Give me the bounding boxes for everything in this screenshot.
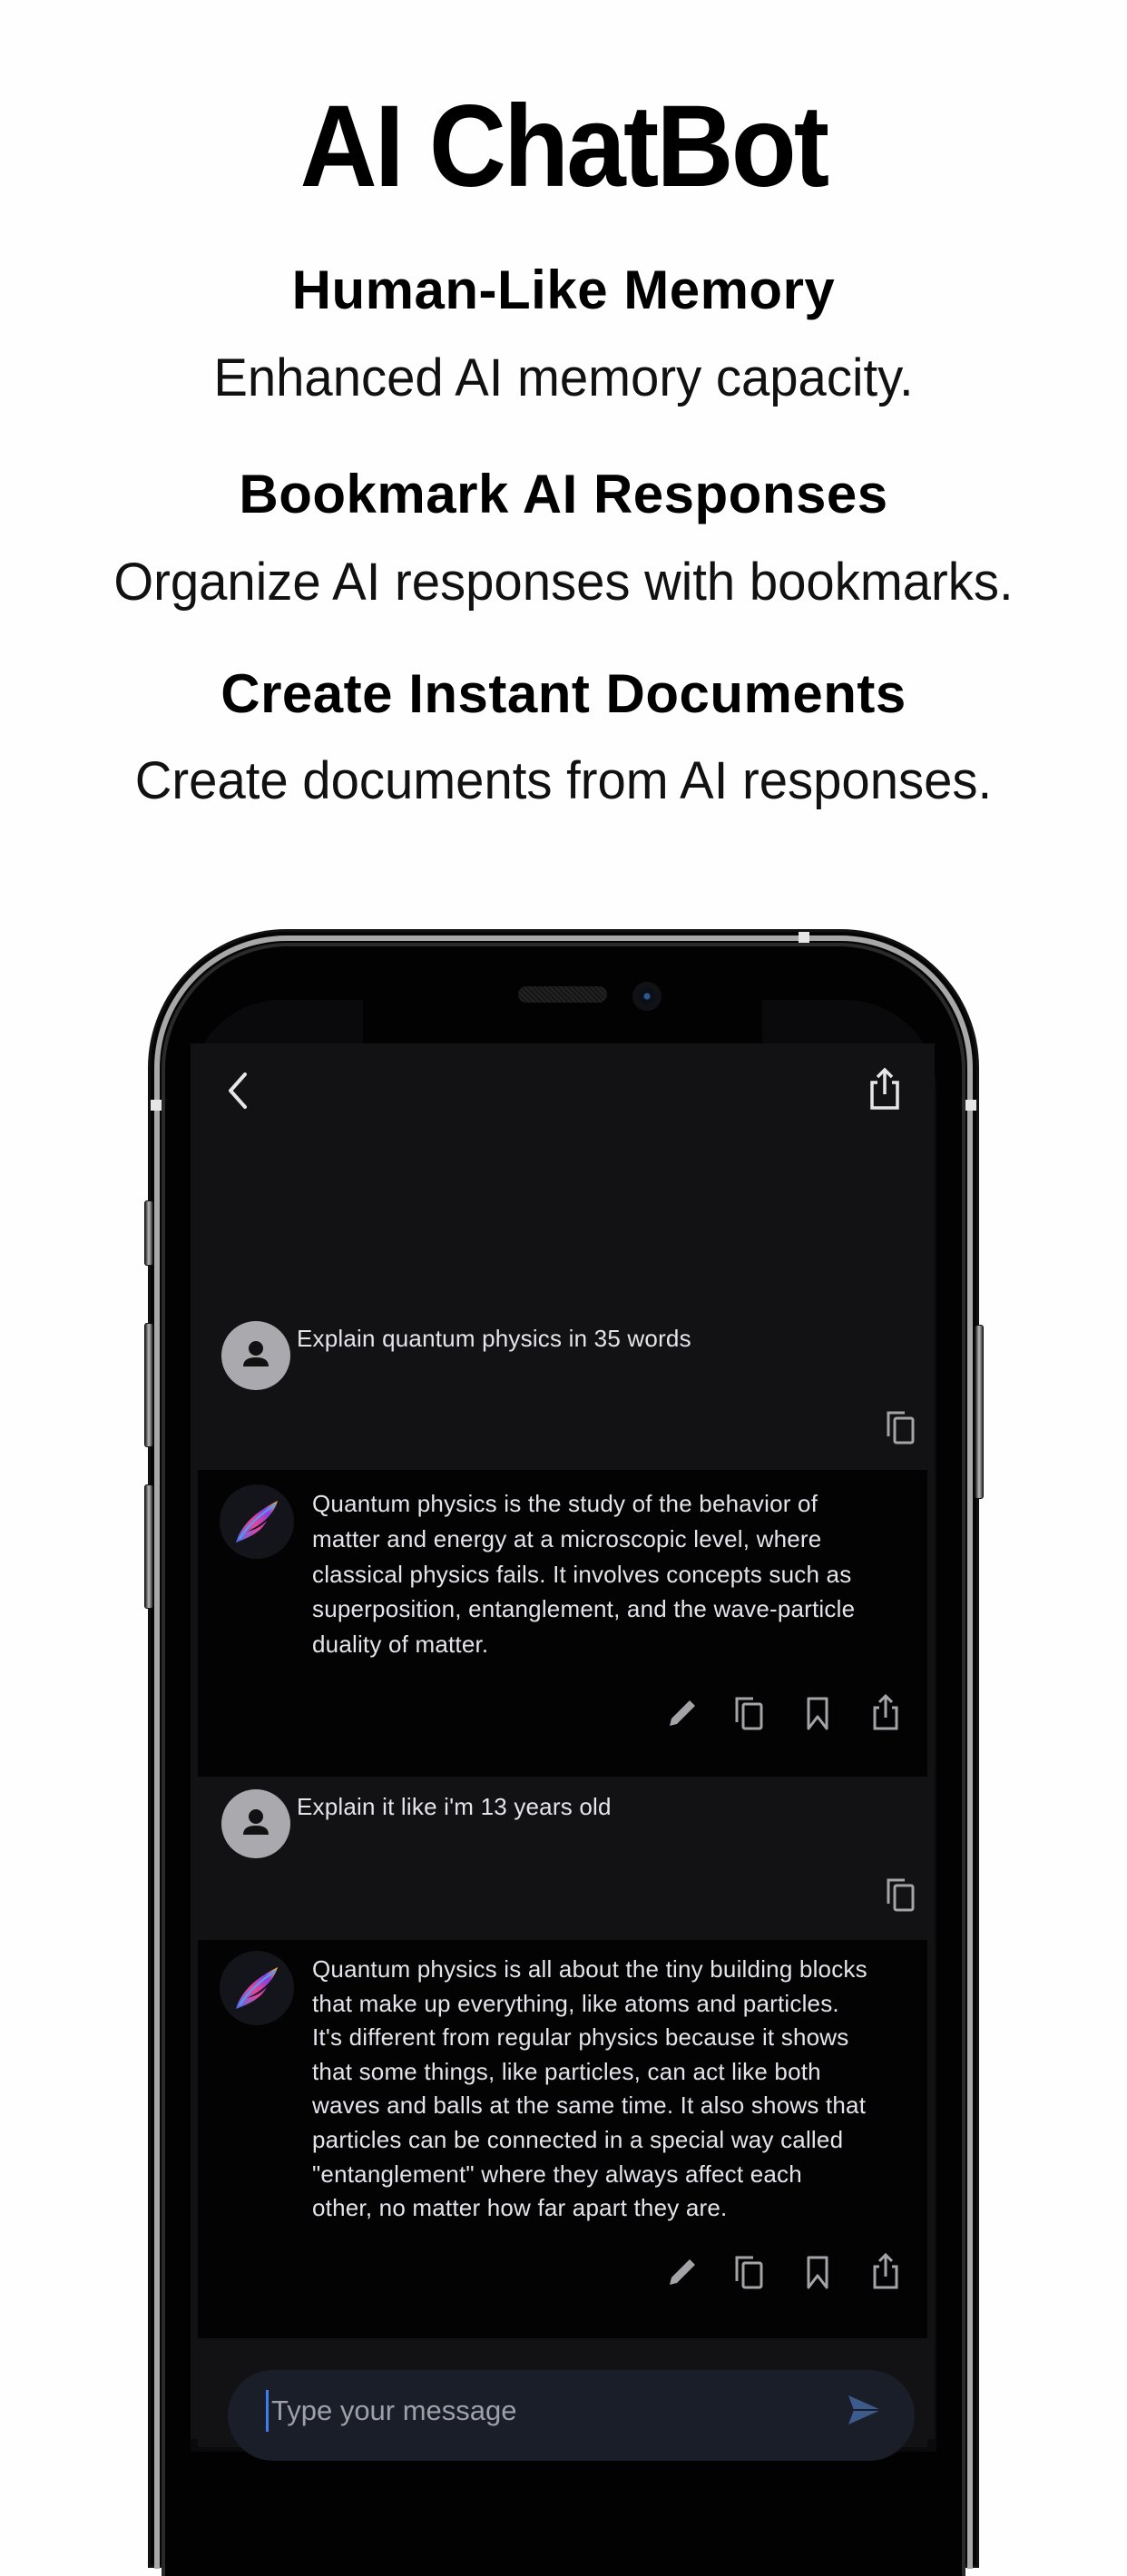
share-button[interactable] [867, 1066, 903, 1112]
feather-logo-icon [236, 1967, 278, 2009]
message-line: classical physics fails. It involves con… [312, 1560, 852, 1588]
assistant-message: Quantum physics is the study of the beha… [198, 1470, 927, 1777]
back-button[interactable] [225, 1071, 252, 1111]
share-icon [870, 1067, 899, 1110]
copy-button[interactable] [733, 1695, 766, 1731]
assistant-message: Quantum physics is all about the tiny bu… [198, 1940, 927, 2339]
feature-heading: Create Instant Documents [220, 663, 906, 724]
message-text: Explain it like i'm 13 years old [297, 1793, 612, 1820]
chevron-left-icon [229, 1073, 247, 1109]
volume-down-button [144, 1484, 153, 1609]
message-line: matter and energy at a microscopic level… [312, 1524, 822, 1552]
bookmark-icon [807, 2256, 828, 2289]
text-caret [266, 2390, 269, 2432]
bot-avatar [220, 1484, 294, 1559]
person-icon [243, 1341, 269, 1366]
send-icon [848, 2395, 881, 2424]
feature-description: Organize AI responses with bookmarks. [113, 553, 1014, 612]
copy-icon [735, 1697, 763, 1730]
copy-button[interactable] [885, 1409, 917, 1445]
copy-icon [735, 2256, 763, 2289]
message-line: other, no matter how far apart they are. [312, 2194, 728, 2222]
message-line: that some things, like particles, can ac… [312, 2057, 821, 2085]
feature-heading: Human-Like Memory [291, 260, 836, 320]
copy-icon [887, 1878, 915, 1912]
message-line: "entanglement" where they always affect … [312, 2160, 802, 2188]
user-avatar [221, 1321, 290, 1390]
copy-button[interactable] [885, 1876, 917, 1913]
message-line: particles can be connected in a special … [312, 2125, 844, 2153]
promo-title: AI ChatBot [299, 82, 830, 211]
feature-description: Create documents from AI responses. [134, 751, 993, 810]
message-line: Quantum physics is the study of the beha… [312, 1490, 818, 1517]
message-line: superposition, entanglement, and the wav… [312, 1595, 856, 1623]
message-text: Quantum physics is all about the tiny bu… [312, 1953, 867, 2226]
antenna-band [151, 1100, 162, 1111]
copy-button[interactable] [733, 2254, 766, 2290]
share-icon [873, 2252, 898, 2289]
feature-heading: Bookmark AI Responses [239, 464, 888, 524]
share-button[interactable] [869, 1693, 902, 1730]
share-button[interactable] [869, 2252, 902, 2289]
composer [198, 2338, 927, 2461]
pencil-icon [670, 1700, 695, 1726]
mute-switch [144, 1200, 153, 1266]
chat-screen: Explain quantum physics in 35 words Quan… [191, 1043, 935, 2461]
speaker-grille [518, 986, 607, 1003]
user-message: Explain it like i'm 13 years old [198, 1777, 927, 1940]
message-text: Quantum physics is the study of the beha… [312, 1486, 855, 1662]
pencil-icon [670, 2259, 695, 2285]
share-icon [873, 1693, 898, 1730]
message-line: It's different from regular physics beca… [312, 2023, 849, 2052]
bot-avatar [220, 1951, 294, 2025]
edit-button[interactable] [666, 2254, 699, 2290]
message-line: waves and balls at the same time. It als… [312, 2091, 867, 2120]
antenna-band [799, 932, 809, 943]
message-line: duality of matter. [312, 1631, 489, 1659]
person-icon [243, 1809, 269, 1835]
power-button [975, 1325, 984, 1499]
feature-description: Enhanced AI memory capacity. [213, 348, 914, 407]
antenna-band [965, 1100, 976, 1111]
send-button[interactable] [845, 2390, 885, 2430]
bookmark-button[interactable] [801, 2254, 834, 2290]
user-avatar [221, 1789, 290, 1858]
front-camera [632, 982, 662, 1011]
bookmark-icon [807, 1697, 828, 1730]
volume-up-button [144, 1323, 153, 1447]
edit-button[interactable] [666, 1695, 699, 1731]
message-input[interactable] [266, 2388, 816, 2434]
message-line: Quantum physics is all about the tiny bu… [312, 1955, 867, 1983]
message-input-container [228, 2370, 915, 2461]
message-line: that make up everything, like atoms and … [312, 1989, 839, 2017]
message-text: Explain quantum physics in 35 words [297, 1325, 691, 1352]
user-message: Explain quantum physics in 35 words [198, 1288, 927, 1470]
feather-logo-icon [236, 1501, 278, 1543]
bookmark-button[interactable] [801, 1695, 834, 1731]
copy-icon [887, 1411, 915, 1445]
